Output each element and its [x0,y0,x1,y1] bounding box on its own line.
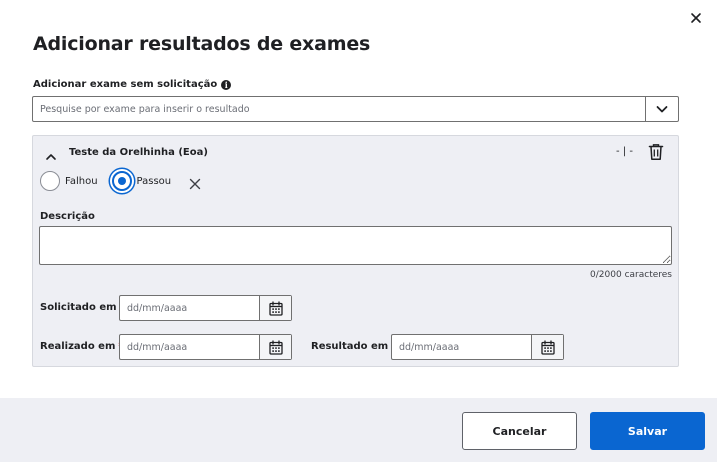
requested-date-label: Solicitado em [40,302,117,313]
search-field-label: Adicionar exame sem solicitação i [33,79,232,90]
performed-date-input[interactable] [120,335,259,359]
dialog-title: Adicionar resultados de exames [33,33,371,55]
exam-name: Teste da Orelhinha (Eoa) [69,147,208,158]
cancel-button[interactable]: Cancelar [462,412,577,450]
search-dropdown-toggle[interactable] [646,97,678,121]
chevron-down-icon [656,106,668,113]
performed-date-label: Realizado em* [40,341,124,352]
chevron-up-icon [46,154,56,160]
result-date-field [391,334,564,360]
collapse-exam-button[interactable] [45,148,57,160]
trash-icon [648,144,664,160]
result-date-picker-button[interactable] [532,335,563,359]
radio-passed[interactable] [111,171,132,191]
exam-search-combobox [32,96,679,122]
description-textarea[interactable] [39,226,672,265]
char-counter: 0/2000 caracteres [590,270,672,280]
requested-date-input[interactable] [120,296,259,320]
close-dialog-button[interactable] [686,8,706,28]
radio-failed-label: Falhou [65,175,98,187]
exam-reference-range: - | - [616,146,633,157]
exam-card: Teste da Orelhinha (Eoa) - | - Falhou Pa… [32,135,679,367]
close-icon [691,13,701,23]
result-date-input[interactable] [392,335,531,359]
delete-exam-button[interactable] [648,143,664,161]
info-icon[interactable]: i [221,79,232,90]
requested-date-picker-button[interactable] [260,296,291,320]
requested-date-field [119,295,292,321]
radio-failed[interactable] [40,171,60,191]
calendar-icon [268,300,283,316]
dialog-footer: Cancelar Salvar [0,398,717,462]
close-icon [189,178,201,190]
calendar-icon [268,339,283,355]
radio-passed-label: Passou [136,175,172,187]
result-radio-group: Falhou Passou [40,171,201,191]
description-label: Descrição [40,211,95,222]
performed-date-field [119,334,292,360]
exam-search-input[interactable] [33,97,645,121]
calendar-icon [540,339,555,355]
performed-date-picker-button[interactable] [260,335,291,359]
clear-selection-button[interactable] [189,175,201,190]
search-label-text: Adicionar exame sem solicitação [33,79,218,90]
save-button[interactable]: Salvar [590,412,705,450]
performed-date-label-text: Realizado em [40,341,116,352]
result-date-label: Resultado em [311,341,389,352]
